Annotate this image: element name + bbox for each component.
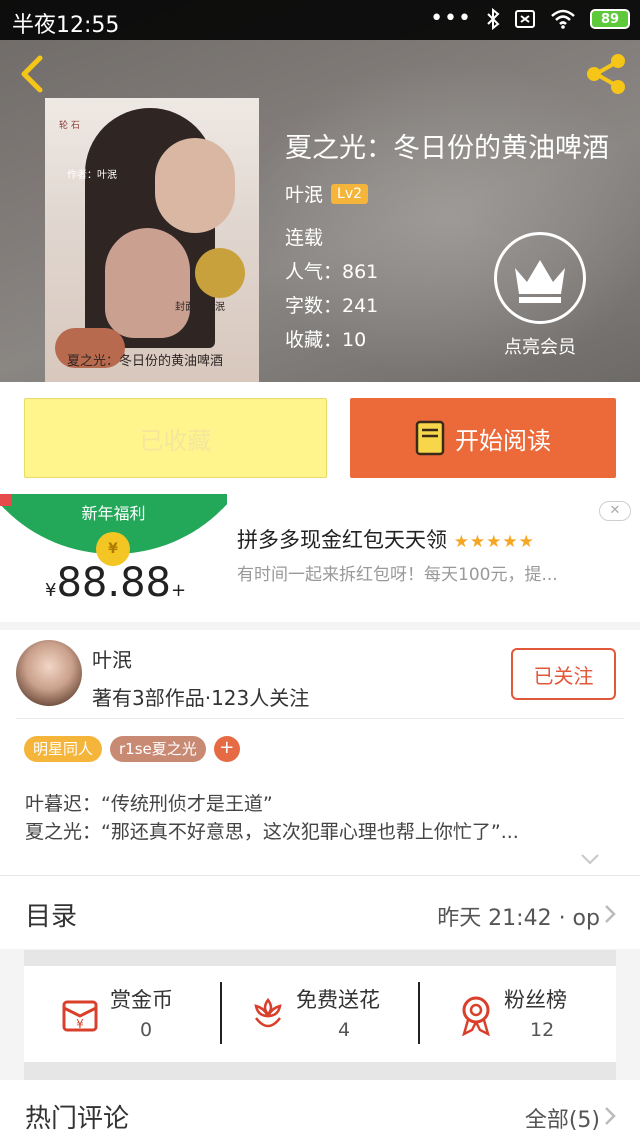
- all-comments-link[interactable]: 全部(5): [525, 1102, 600, 1134]
- cover-text: 封面：叶泯: [175, 302, 225, 313]
- stat-value: 4: [338, 1019, 351, 1041]
- chevron-right-icon: [605, 905, 616, 923]
- synopsis-line: 夏之光：“那还真不好意思，这次犯罪心理也帮上你忙了”...: [25, 821, 519, 843]
- start-reading-label: 开始阅读: [455, 426, 551, 455]
- ad-amount-suffix: +: [170, 580, 187, 601]
- ad-title[interactable]: 拼多多现金红包天天领 ★★★★★: [237, 524, 535, 554]
- tag[interactable]: 明星同人: [24, 736, 103, 762]
- chevron-right-icon: [605, 1107, 616, 1125]
- stat-label: 免费送花: [296, 988, 380, 1012]
- status-time: 半夜12:55: [12, 13, 120, 38]
- share-icon: [587, 54, 625, 94]
- book-header: 轮 石 作者：叶泯 封面：叶泯 夏之光：冬日份的黄油啤酒 夏之光：冬日份的黄油啤…: [0, 0, 640, 382]
- ad-image[interactable]: 新年福利 ¥ ¥88.88+: [0, 494, 227, 622]
- comments-arrow: [604, 1106, 616, 1130]
- stat-value: 0: [140, 1019, 153, 1041]
- wifi-icon: [551, 9, 575, 29]
- toc-label: 目录: [25, 902, 78, 932]
- sim-off-icon: [515, 10, 535, 28]
- red-envelope-icon: ¥: [62, 1000, 98, 1032]
- ad-amount-value: 88.88: [56, 560, 171, 606]
- ad-description: 有时间一起来拆红包呀！每天100元，提...: [237, 565, 558, 585]
- share-button[interactable]: [584, 52, 628, 96]
- author-name[interactable]: 叶泯: [285, 180, 323, 207]
- tag-list: 明星同人 r1se夏之光 +: [24, 736, 240, 762]
- rating-stars-icon: ★★★★★: [453, 532, 535, 552]
- synopsis-line: 叶暮迟：“传统刑侦才是王道”: [25, 793, 273, 815]
- send-flower-button[interactable]: 免费送花 4: [222, 966, 418, 1062]
- table-of-contents-row[interactable]: 目录 昨天 21:42 · op: [0, 875, 640, 949]
- flower-icon: [254, 997, 282, 1028]
- comments-label: 热门评论: [25, 1104, 130, 1134]
- stat-value: 12: [530, 1019, 555, 1041]
- cover-figure-man: [155, 138, 235, 233]
- book-status: 连载: [285, 227, 324, 249]
- chevron-left-icon: [21, 55, 43, 93]
- cover-text: 轮 石: [59, 121, 80, 131]
- cover-figure-woman: [105, 228, 190, 338]
- book-favorites: 收藏：10: [285, 329, 367, 351]
- toc-arrow: [604, 904, 616, 928]
- svg-text:¥: ¥: [76, 1017, 84, 1031]
- ad-amount: ¥88.88+: [45, 560, 186, 606]
- cover-text: 作者：叶泯: [67, 170, 117, 181]
- more-dots-icon: •••: [430, 6, 472, 31]
- book-title: 夏之光：冬日份的黄油啤酒: [285, 133, 609, 164]
- status-bar: 半夜12:55 ••• 89: [0, 0, 640, 40]
- author-row[interactable]: 叶泯 Lv2: [285, 180, 369, 207]
- ad-banner[interactable]: 新年福利 ¥ ¥88.88+ 拼多多现金红包天天领 ★★★★★ 有时间一起来拆红…: [0, 494, 640, 622]
- action-area: 已收藏 开始阅读: [0, 382, 640, 494]
- ad-title-text: 拼多多现金红包天天领: [237, 528, 447, 552]
- ad-banner-title: 新年福利: [81, 504, 146, 523]
- book-popularity: 人气：861: [285, 261, 379, 283]
- back-button[interactable]: [12, 52, 52, 96]
- author-card: 叶泯 著有3部作品·123人关注 已关注 明星同人 r1se夏之光 + 叶暮迟：…: [0, 630, 640, 875]
- divider: [16, 718, 624, 719]
- author-stats: 著有3部作品·123人关注: [92, 686, 310, 710]
- synopsis[interactable]: 叶暮迟：“传统刑侦才是王道” 夏之光：“那还真不好意思，这次犯罪心理也帮上你忙了…: [25, 790, 615, 846]
- level-badge: Lv2: [331, 183, 369, 204]
- ad-close-button[interactable]: ✕: [599, 501, 631, 521]
- fan-ranking-button[interactable]: 粉丝榜 12: [420, 966, 616, 1062]
- cover-text: 夏之光：冬日份的黄油啤酒: [67, 354, 224, 369]
- section-gap: [24, 950, 616, 966]
- book-icon: [415, 420, 445, 456]
- medal-icon: [462, 996, 490, 1036]
- book-cover[interactable]: 轮 石 作者：叶泯 封面：叶泯 夏之光：冬日份的黄油啤酒: [45, 98, 259, 382]
- crown-icon: [515, 260, 565, 303]
- cover-flower: [195, 248, 245, 298]
- expand-button[interactable]: [580, 850, 600, 869]
- start-reading-button[interactable]: 开始阅读: [350, 398, 616, 478]
- vip-button[interactable]: [494, 232, 586, 324]
- stat-label: 赏金币: [110, 988, 173, 1012]
- vip-label[interactable]: 点亮会员: [480, 333, 600, 359]
- chevron-down-icon: [581, 854, 599, 865]
- stats-row: ¥ 赏金币 0 免费送花 4 粉丝榜 12: [24, 966, 616, 1062]
- status-icons: ••• 89: [430, 8, 630, 30]
- bluetooth-icon: [487, 8, 500, 30]
- reward-coins-button[interactable]: ¥ 赏金币 0: [24, 966, 221, 1062]
- favorite-button[interactable]: 已收藏: [24, 398, 327, 478]
- add-tag-button[interactable]: +: [213, 736, 240, 762]
- stat-label: 粉丝榜: [504, 988, 567, 1012]
- battery-icon: 89: [590, 9, 630, 29]
- avatar[interactable]: [16, 640, 82, 706]
- hot-comments-row[interactable]: 热门评论 全部(5): [0, 1080, 640, 1138]
- book-word-count: 字数：241: [285, 295, 379, 317]
- follow-button[interactable]: 已关注: [511, 648, 616, 700]
- author-name[interactable]: 叶泯: [92, 644, 132, 673]
- toc-last-update: 昨天 21:42 · op: [437, 906, 600, 931]
- ad-currency: ¥: [45, 580, 57, 601]
- section-gap: [24, 1062, 616, 1080]
- tag[interactable]: r1se夏之光: [110, 736, 206, 762]
